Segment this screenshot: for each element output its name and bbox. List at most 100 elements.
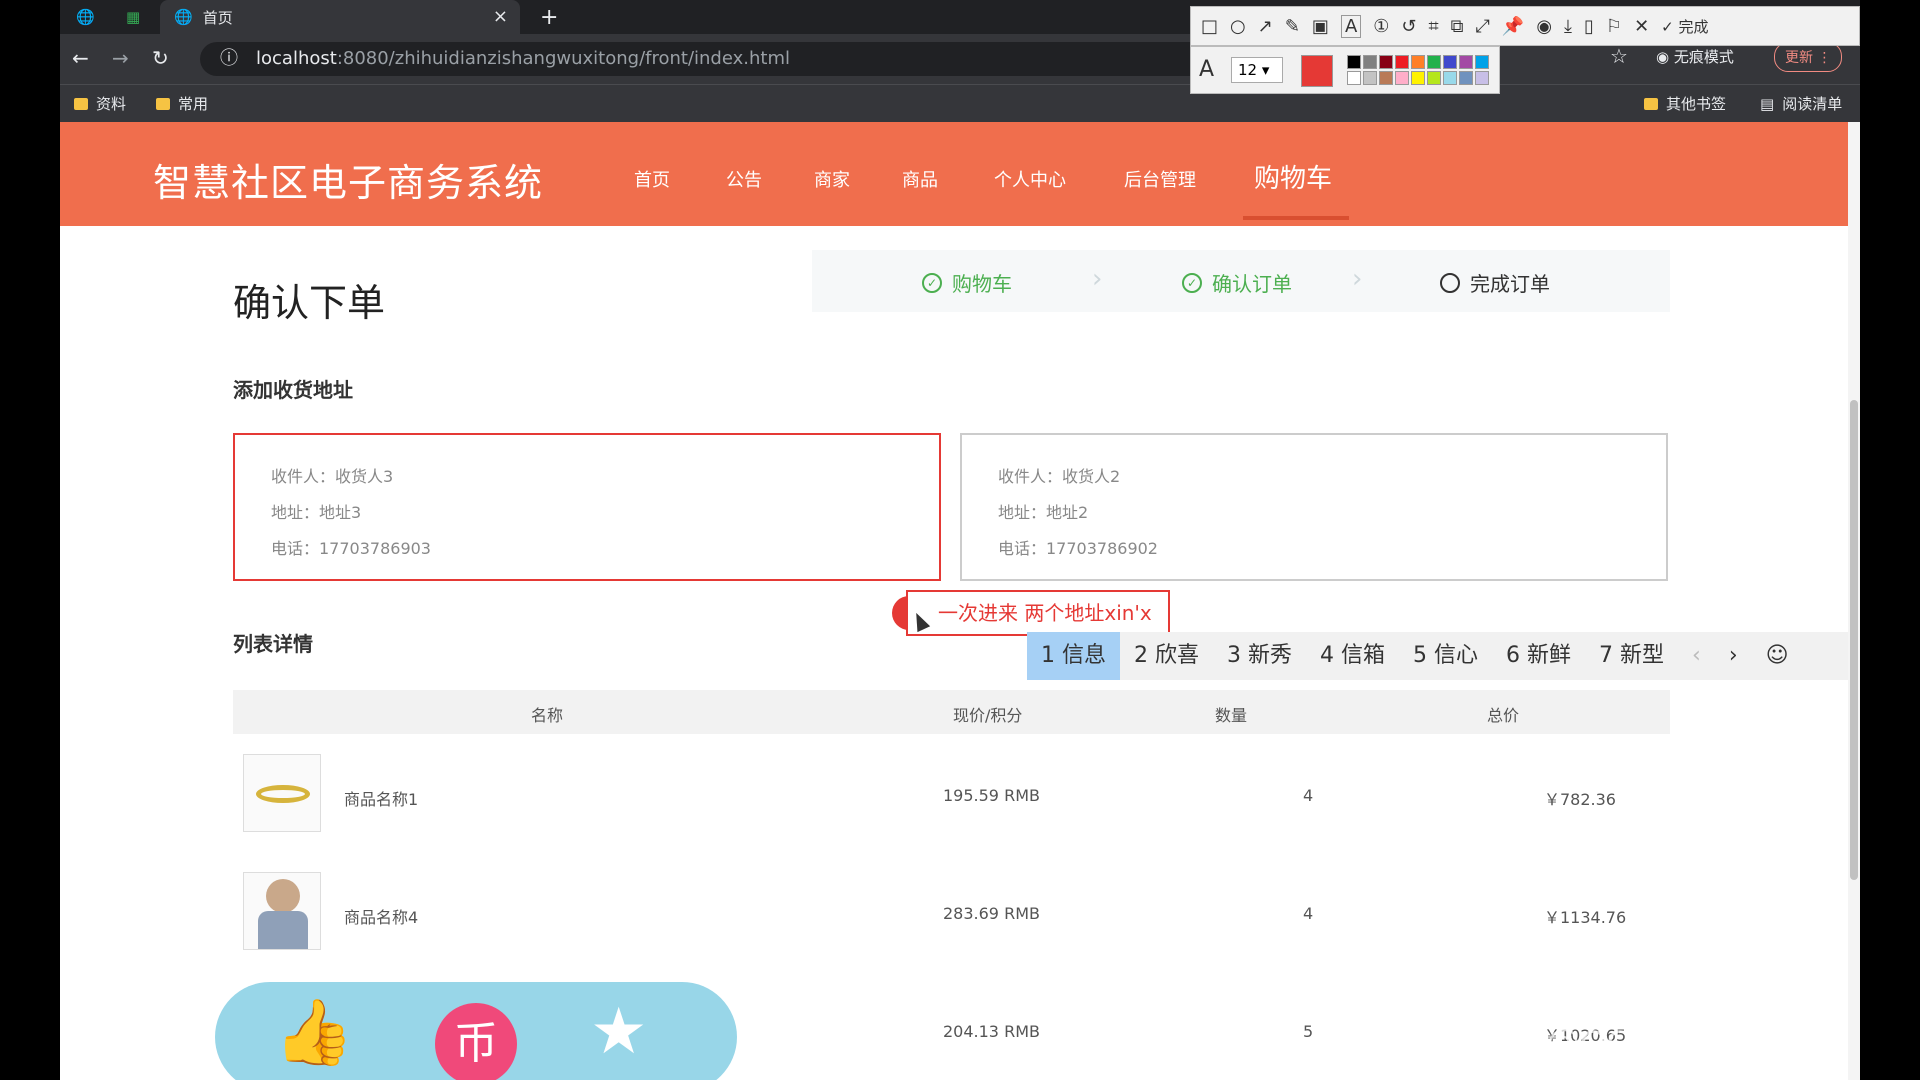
color-swatch[interactable] bbox=[1347, 55, 1361, 69]
info-icon: ⓘ bbox=[220, 48, 238, 69]
site-logo[interactable]: 智慧社区电子商务系统 bbox=[153, 152, 543, 207]
download-icon[interactable]: ⤓ bbox=[1564, 16, 1572, 37]
url-path: :8080/zhihuidianzishangwuxitong/front/in… bbox=[336, 48, 790, 69]
address-section-title: 添加收货地址 bbox=[233, 378, 353, 402]
reading-list[interactable]: ▤ 阅读清单 bbox=[1760, 93, 1842, 114]
ime-candidate[interactable]: 4 信箱 bbox=[1306, 632, 1399, 680]
bookmark-icon[interactable]: ⚐ bbox=[1606, 16, 1622, 37]
crop-icon[interactable]: ⌗ bbox=[1429, 16, 1439, 37]
ime-candidate[interactable]: 5 信心 bbox=[1399, 632, 1492, 680]
reload-icon[interactable]: ↻ bbox=[152, 46, 169, 70]
phone: 电话：17703786903 bbox=[271, 539, 431, 558]
nav-notice[interactable]: 公告 bbox=[726, 166, 762, 192]
header-name: 名称 bbox=[531, 706, 564, 725]
close-icon[interactable]: ✕ bbox=[1634, 16, 1649, 37]
nav-cart[interactable]: 购物车 bbox=[1254, 158, 1332, 195]
phone-icon[interactable]: ▯ bbox=[1584, 16, 1594, 37]
color-swatch[interactable] bbox=[1363, 55, 1377, 69]
color-swatch[interactable] bbox=[1427, 71, 1441, 85]
bookmark-folder[interactable]: 常用 bbox=[156, 93, 208, 114]
back-icon[interactable]: ← bbox=[72, 46, 89, 70]
color-swatch[interactable] bbox=[1459, 71, 1473, 85]
ime-candidate[interactable]: 3 新秀 bbox=[1213, 632, 1306, 680]
color-swatch[interactable] bbox=[1443, 71, 1457, 85]
incognito-badge[interactable]: ◉ 无痕模式 bbox=[1656, 46, 1734, 67]
nav-profile[interactable]: 个人中心 bbox=[994, 166, 1066, 192]
circle-icon bbox=[1440, 272, 1460, 293]
table-row: 商品名称4 283.69 RMB 4 ￥1134.76 bbox=[233, 856, 1670, 974]
chevron-left-icon[interactable]: ‹ bbox=[1678, 632, 1715, 680]
chevron-right-icon[interactable]: › bbox=[1715, 632, 1752, 680]
color-swatch[interactable] bbox=[1379, 71, 1393, 85]
rectangle-icon[interactable]: □ bbox=[1201, 16, 1218, 37]
star-icon[interactable]: ★ bbox=[590, 995, 647, 1069]
product-total: ￥782.36 bbox=[1544, 790, 1616, 809]
pin-icon[interactable]: 📌 bbox=[1502, 16, 1524, 37]
product-image[interactable] bbox=[243, 754, 321, 832]
color-swatch[interactable] bbox=[1395, 71, 1409, 85]
scrollbar-thumb[interactable] bbox=[1850, 400, 1858, 880]
coin-icon[interactable]: 币 bbox=[435, 1003, 517, 1080]
forward-icon[interactable]: → bbox=[112, 46, 129, 70]
nav-home[interactable]: 首页 bbox=[634, 166, 670, 192]
ime-candidate[interactable]: 1 信息 bbox=[1027, 632, 1120, 680]
translate-icon[interactable]: ⧉ bbox=[1451, 16, 1464, 37]
mosaic-icon[interactable]: ▣ bbox=[1312, 16, 1329, 37]
address-card[interactable]: 收件人：收货人3 地址：地址3 电话：17703786903 bbox=[233, 433, 941, 581]
globe-icon[interactable]: 🌐 bbox=[76, 0, 95, 34]
product-qty: 4 bbox=[1303, 904, 1314, 923]
color-swatch[interactable] bbox=[1395, 55, 1409, 69]
thumbs-up-icon[interactable]: 👍 bbox=[274, 995, 354, 1070]
number-icon[interactable]: ① bbox=[1373, 16, 1389, 37]
close-tab-icon[interactable]: × bbox=[493, 6, 508, 27]
person-shirt bbox=[258, 911, 308, 949]
step-confirm: ✓ 确认订单 bbox=[1182, 268, 1292, 297]
folder-icon bbox=[1644, 97, 1658, 110]
nav-admin[interactable]: 后台管理 bbox=[1124, 166, 1196, 192]
new-tab-button[interactable]: + bbox=[540, 0, 558, 34]
ellipse-icon[interactable]: ○ bbox=[1230, 16, 1246, 37]
color-swatch[interactable] bbox=[1443, 55, 1457, 69]
active-color-swatch[interactable] bbox=[1301, 55, 1333, 87]
address-card[interactable]: 收件人：收货人2 地址：地址2 电话：17703786902 bbox=[960, 433, 1668, 581]
record-icon[interactable]: ◉ bbox=[1536, 16, 1552, 37]
color-swatch[interactable] bbox=[1411, 55, 1425, 69]
bookmark-folder[interactable]: 资料 bbox=[74, 93, 126, 114]
color-swatch[interactable] bbox=[1475, 55, 1489, 69]
scrollbar[interactable] bbox=[1848, 122, 1860, 1080]
color-swatch[interactable] bbox=[1411, 71, 1425, 85]
emoji-icon[interactable]: ☺ bbox=[1752, 632, 1803, 680]
color-swatch[interactable] bbox=[1459, 55, 1473, 69]
undo-icon[interactable]: ↺ bbox=[1401, 16, 1416, 37]
phone: 电话：17703786902 bbox=[998, 539, 1158, 558]
recipient: 收件人：收货人2 bbox=[998, 467, 1121, 486]
font-size-select[interactable]: 12 ▾ bbox=[1231, 57, 1283, 83]
ime-candidate[interactable]: 7 新型 bbox=[1585, 632, 1678, 680]
fullscreen-icon[interactable]: ⤢ bbox=[1476, 16, 1490, 37]
color-swatch[interactable] bbox=[1475, 71, 1489, 85]
tab-title: 首页 bbox=[202, 8, 233, 27]
update-button[interactable]: 更新 ⋮ bbox=[1774, 42, 1843, 72]
arrow-icon[interactable]: ↗ bbox=[1258, 16, 1273, 37]
done-button[interactable]: ✓ 完成 bbox=[1661, 16, 1708, 37]
ime-candidate[interactable]: 6 新鲜 bbox=[1492, 632, 1585, 680]
nav-merchant[interactable]: 商家 bbox=[814, 166, 850, 192]
ring-image bbox=[256, 785, 310, 803]
pencil-icon[interactable]: ✎ bbox=[1285, 16, 1300, 37]
tab-home[interactable]: 🌐 首页 × bbox=[160, 0, 520, 34]
ime-composition[interactable]: 一次进来 两个地址xin'x bbox=[906, 590, 1170, 636]
other-bookmarks[interactable]: 其他书签 bbox=[1644, 93, 1726, 114]
color-swatch[interactable] bbox=[1427, 55, 1441, 69]
product-name: 商品名称1 bbox=[344, 790, 419, 809]
product-image[interactable] bbox=[243, 872, 321, 950]
sheets-icon[interactable]: ▦ bbox=[126, 0, 140, 34]
star-icon[interactable]: ☆ bbox=[1610, 44, 1628, 68]
color-swatch[interactable] bbox=[1347, 71, 1361, 85]
nav-products[interactable]: 商品 bbox=[902, 166, 938, 192]
color-swatch[interactable] bbox=[1379, 55, 1393, 69]
person-head bbox=[266, 879, 300, 913]
ime-candidate[interactable]: 2 欣喜 bbox=[1120, 632, 1213, 680]
watermark: CSDN @QQ3295391197 bbox=[1440, 1024, 1820, 1062]
color-swatch[interactable] bbox=[1363, 71, 1377, 85]
text-icon[interactable]: A bbox=[1340, 14, 1362, 38]
